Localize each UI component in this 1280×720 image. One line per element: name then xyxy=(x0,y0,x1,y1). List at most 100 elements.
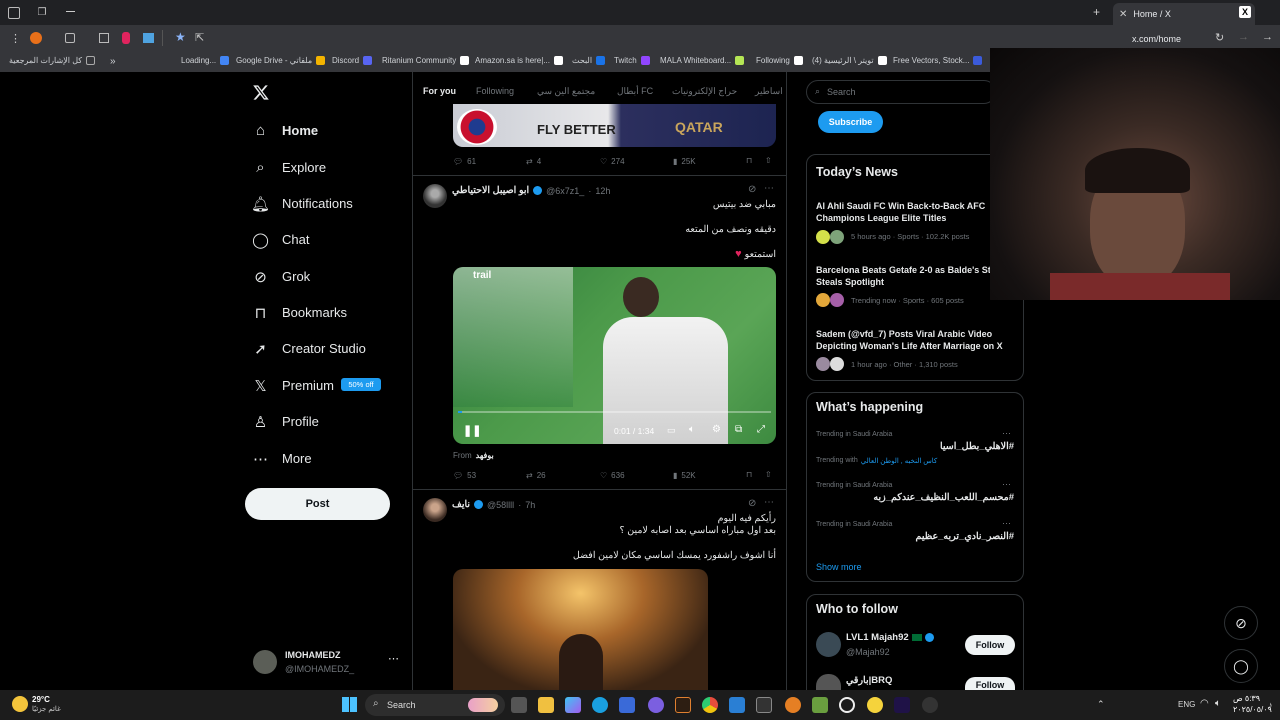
bookmark-mala[interactable]: MALA Whiteboard... xyxy=(660,56,745,65)
follow-button[interactable]: Follow xyxy=(965,677,1015,690)
views-action[interactable]: ▮ 52K xyxy=(673,471,696,480)
chevron-double-icon[interactable]: » xyxy=(110,56,116,67)
star-icon[interactable]: ★ xyxy=(175,30,186,44)
language-indicator[interactable]: ENG xyxy=(1178,700,1195,709)
bookmark-discord[interactable]: Discord xyxy=(332,56,373,65)
steam-icon[interactable] xyxy=(922,697,938,713)
video-progress-track[interactable] xyxy=(458,411,771,413)
blender-icon[interactable] xyxy=(785,697,801,713)
bookmark-drive[interactable]: Google Drive - ملفاتي xyxy=(236,56,326,65)
tab-for-you[interactable]: For you xyxy=(423,86,456,96)
search-input[interactable]: ⌕ Search xyxy=(806,80,996,104)
sidebar-item-explore[interactable]: ⌕ Explore xyxy=(252,159,326,176)
notification-bell-icon[interactable]: ♪ xyxy=(1268,700,1273,710)
extension-icon[interactable] xyxy=(30,32,42,44)
recorder-icon[interactable] xyxy=(122,32,130,44)
wifi-icon[interactable]: ◠ xyxy=(1200,698,1209,709)
new-tab-icon[interactable]: + xyxy=(1093,5,1100,19)
more-dots-icon[interactable]: ⋯ xyxy=(1002,518,1011,529)
tab-home-x[interactable]: ✕ Home / X xyxy=(1113,3,1255,25)
settings-icon[interactable]: ⚙ xyxy=(712,424,721,435)
sidebar-item-premium[interactable]: 𝕏 Premium xyxy=(252,377,334,395)
follow-button[interactable]: Follow xyxy=(965,635,1015,655)
share-icon[interactable]: ⇱ xyxy=(195,31,204,44)
menu-dots-icon[interactable]: ⋮ xyxy=(10,32,21,45)
tweet-1-author[interactable]: ابو اصيبل الاحتياطي xyxy=(452,185,529,196)
volume-icon[interactable]: 🔈︎ xyxy=(689,424,695,435)
captions-icon[interactable]: ▭ xyxy=(667,425,676,436)
tab-community[interactable]: مجتمع الين سي xyxy=(537,86,595,97)
account-switcher[interactable]: IMOHAMEDZ @IMOHAMEDZ_ ⋯ xyxy=(252,648,404,678)
pause-icon[interactable]: ❚❚ xyxy=(463,424,481,437)
fullscreen-icon[interactable]: ⤢ xyxy=(757,424,765,435)
sidebar-item-home[interactable]: ⌂ Home xyxy=(252,122,318,139)
bookmark-amazon[interactable]: Amazon.sa is here|... xyxy=(475,56,563,65)
volume-icon[interactable]: 🔈︎ xyxy=(1215,698,1221,709)
more-dots-icon[interactable]: ⋯ xyxy=(388,652,399,665)
ext-blue-icon[interactable] xyxy=(143,33,154,43)
discord-app-icon[interactable] xyxy=(648,697,664,713)
repost-action[interactable]: ⇄ 4 xyxy=(526,157,541,166)
sidebar-item-chat[interactable]: ◯ Chat xyxy=(252,231,309,249)
puzzle-icon[interactable] xyxy=(99,33,109,43)
tab-following[interactable]: Following xyxy=(476,86,514,96)
bookmark-search[interactable]: البحث xyxy=(572,56,606,65)
close-tab-icon[interactable]: ✕ xyxy=(1119,9,1127,20)
from-source[interactable]: بوفهد xyxy=(476,451,494,460)
sidebar-item-profile[interactable]: ♙ Profile xyxy=(252,413,319,431)
app-yellow-icon[interactable] xyxy=(867,697,883,713)
tab-electronics[interactable]: حراج الإلكترونيات xyxy=(672,86,737,97)
forward-icon[interactable]: → xyxy=(1238,31,1249,43)
tweet-2-author[interactable]: نايف xyxy=(452,499,470,510)
more-dots-icon[interactable]: ⋯ xyxy=(764,183,774,194)
bookmark-twitter-home[interactable]: (4) تويتر \ الرئيسية xyxy=(812,56,887,65)
calculator-icon[interactable] xyxy=(756,697,772,713)
sidebar-item-more[interactable]: ⋯ More xyxy=(252,450,312,468)
bookmark-loading[interactable]: Loading... xyxy=(181,56,230,65)
store-icon[interactable] xyxy=(619,697,635,713)
views-action[interactable]: ▮ 25K xyxy=(673,157,696,166)
windows-start-icon[interactable] xyxy=(342,697,357,712)
copilot-icon[interactable] xyxy=(565,697,581,713)
restore-icon[interactable]: ❐ xyxy=(36,6,48,18)
chrome-icon[interactable] xyxy=(702,697,718,713)
like-action[interactable]: ♡ 636 xyxy=(600,471,625,480)
tweet-image-top[interactable]: FLY BETTER QATAR xyxy=(453,104,776,147)
like-action[interactable]: ♡ 274 xyxy=(600,157,625,166)
chat-float-button[interactable]: ◯ xyxy=(1224,649,1258,683)
task-view-icon[interactable] xyxy=(511,697,527,713)
edge-icon[interactable] xyxy=(592,697,608,713)
tray-chevron-icon[interactable]: ⌃ xyxy=(1097,699,1105,710)
grok-float-button[interactable]: ⊘ xyxy=(1224,606,1258,640)
bookmark-freevectors[interactable]: Free Vectors, Stock... xyxy=(893,56,983,65)
bookmark-ritanium[interactable]: Ritanium Community xyxy=(382,56,470,65)
obs-icon[interactable] xyxy=(839,697,855,713)
tab-legends[interactable]: اساطير xyxy=(755,86,783,97)
x-logo-icon[interactable] xyxy=(252,84,270,101)
bookmark-icon[interactable]: ⊓ xyxy=(746,470,752,479)
repost-action[interactable]: ⇄ 26 xyxy=(526,471,546,480)
sidebar-item-grok[interactable]: ⊘ Grok xyxy=(252,268,310,286)
reload-icon[interactable]: ↻ xyxy=(1215,31,1224,44)
grok-icon[interactable]: ⊘ xyxy=(748,184,756,195)
after-effects-icon[interactable] xyxy=(894,697,910,713)
share-icon[interactable]: ⇧ xyxy=(765,156,772,165)
pip-icon[interactable]: ⧉ xyxy=(735,424,742,435)
tweet-1-video[interactable]: trail ❚❚ 0:01 / 1:34 ▭ 🔈︎ ⚙ ⧉ ⤢ xyxy=(453,267,776,444)
window-icon[interactable] xyxy=(8,7,20,19)
mail-icon[interactable] xyxy=(729,697,745,713)
bookmark-all[interactable]: كل الإشارات المرجعية xyxy=(9,56,96,65)
tab-fc[interactable]: أبطال FC xyxy=(617,86,653,97)
minecraft-icon[interactable] xyxy=(812,697,828,713)
more-dots-icon[interactable]: ⋯ xyxy=(1002,479,1011,490)
more-dots-icon[interactable]: ⋯ xyxy=(764,497,774,508)
bookmark-twitch[interactable]: Twitch xyxy=(614,56,650,65)
back-icon[interactable]: → xyxy=(1262,31,1273,43)
screenshot-icon[interactable] xyxy=(65,33,75,43)
share-icon[interactable]: ⇧ xyxy=(765,470,772,479)
sidebar-item-notifications[interactable]: 🔔︎ Notifications xyxy=(251,195,353,213)
grok-icon[interactable]: ⊘ xyxy=(748,498,756,509)
sidebar-item-creator-studio[interactable]: ➚ Creator Studio xyxy=(252,340,366,358)
bookmark-following[interactable]: Following xyxy=(756,56,803,65)
minimize-icon[interactable] xyxy=(66,11,75,12)
